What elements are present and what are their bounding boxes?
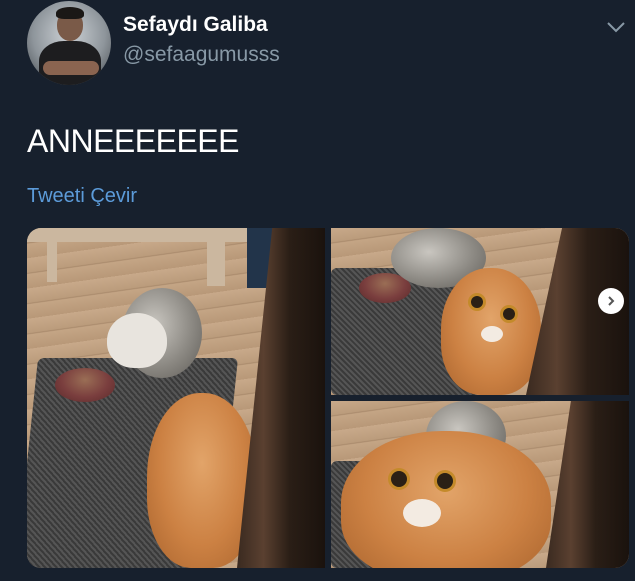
next-photo-button[interactable] — [598, 288, 624, 314]
cat — [341, 431, 551, 568]
rail-post — [207, 228, 225, 286]
translate-tweet-link[interactable]: Tweeti Çevir — [27, 185, 137, 208]
chevron-right-icon — [608, 296, 615, 306]
tweet-card: Sefaydı Galiba @sefaagumusss ANNEEEEEEE … — [0, 0, 635, 581]
photo-cat-staring[interactable] — [331, 228, 629, 395]
rail-post — [47, 242, 57, 282]
photo-cat-closeup[interactable] — [331, 401, 629, 568]
user-handle[interactable]: @sefaagumusss — [123, 43, 280, 67]
cat-eye-left — [391, 471, 407, 487]
food-bowl — [55, 368, 115, 402]
chevron-down-icon[interactable] — [606, 20, 626, 34]
display-name[interactable]: Sefaydı Galiba — [123, 13, 268, 37]
photo-opossum-and-cat[interactable] — [27, 228, 325, 568]
opossum-face — [107, 313, 167, 368]
cat-mouth — [481, 326, 503, 342]
deck-rail — [27, 228, 267, 242]
avatar[interactable] — [27, 1, 111, 85]
tweet-text: ANNEEEEEEE — [27, 123, 239, 159]
cat-eye-left — [471, 296, 483, 308]
cat-eye-right — [437, 473, 453, 489]
avatar-arms — [43, 61, 99, 75]
media-grid — [27, 228, 629, 568]
cat-eye-right — [503, 308, 515, 320]
cat-mouth — [403, 499, 441, 527]
avatar-hair — [56, 7, 84, 19]
